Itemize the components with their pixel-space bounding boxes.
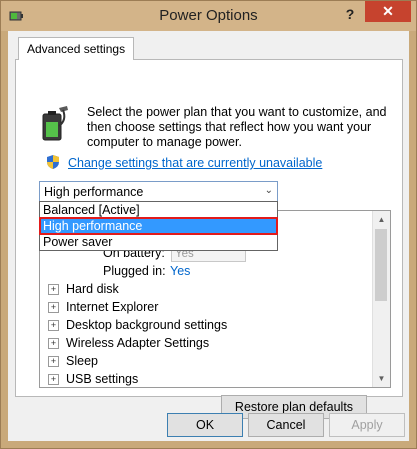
apply-button[interactable]: Apply	[329, 413, 405, 437]
expand-plus-icon[interactable]: +	[48, 356, 59, 367]
plan-option-high-performance[interactable]: High performance	[39, 217, 278, 235]
uac-shield-icon	[47, 155, 59, 169]
ok-button[interactable]: OK	[167, 413, 243, 437]
power-plan-combo[interactable]: High performance ⌄	[39, 181, 278, 203]
power-options-window: Power Options ? ✕ Advanced settings Sele…	[0, 0, 417, 449]
cancel-button[interactable]: Cancel	[248, 413, 324, 437]
intro-description: Select the power plan that you want to c…	[87, 105, 387, 149]
scrollbar-thumb[interactable]	[375, 229, 387, 301]
tree-item-label: Internet Explorer	[66, 300, 159, 314]
power-plan-selected: High performance	[44, 185, 144, 199]
plan-option-power-saver[interactable]: Power saver	[40, 234, 277, 250]
tree-item-label: Wireless Adapter Settings	[66, 336, 210, 350]
plugged-in-label: Plugged in:	[103, 264, 166, 278]
expand-plus-icon[interactable]: +	[48, 374, 59, 385]
tree-item-label: Desktop background settings	[66, 318, 228, 332]
scroll-up-icon[interactable]: ▲	[373, 211, 390, 228]
plan-option-balanced[interactable]: Balanced [Active]	[40, 202, 277, 218]
expand-plus-icon[interactable]: +	[48, 338, 59, 349]
chevron-down-icon: ⌄	[264, 185, 273, 196]
expand-plus-icon[interactable]: +	[48, 302, 59, 313]
battery-plug-icon	[42, 106, 68, 141]
scroll-down-icon[interactable]: ▼	[373, 370, 390, 387]
help-button[interactable]: ?	[337, 4, 363, 24]
expand-plus-icon[interactable]: +	[48, 284, 59, 295]
expand-plus-icon[interactable]: +	[48, 320, 59, 331]
tree-item-label: Sleep	[66, 354, 98, 368]
tree-scrollbar[interactable]: ▲ ▼	[372, 211, 390, 387]
tree-item-label: USB settings	[66, 372, 139, 386]
tree-item-label: Hard disk	[66, 282, 119, 296]
close-button[interactable]: ✕	[365, 1, 411, 22]
power-plan-dropdown-list[interactable]: Balanced [Active] High performance Power…	[39, 201, 278, 251]
title-bar[interactable]: Power Options ? ✕	[1, 1, 416, 31]
advanced-settings-page: Select the power plan that you want to c…	[15, 59, 403, 419]
plugged-in-value[interactable]: Yes	[170, 264, 190, 278]
dialog-client-area: Advanced settings Select the power plan …	[8, 31, 409, 441]
tab-advanced-settings[interactable]: Advanced settings	[18, 37, 135, 60]
change-unavailable-settings-link[interactable]: Change settings that are currently unava…	[68, 156, 322, 170]
